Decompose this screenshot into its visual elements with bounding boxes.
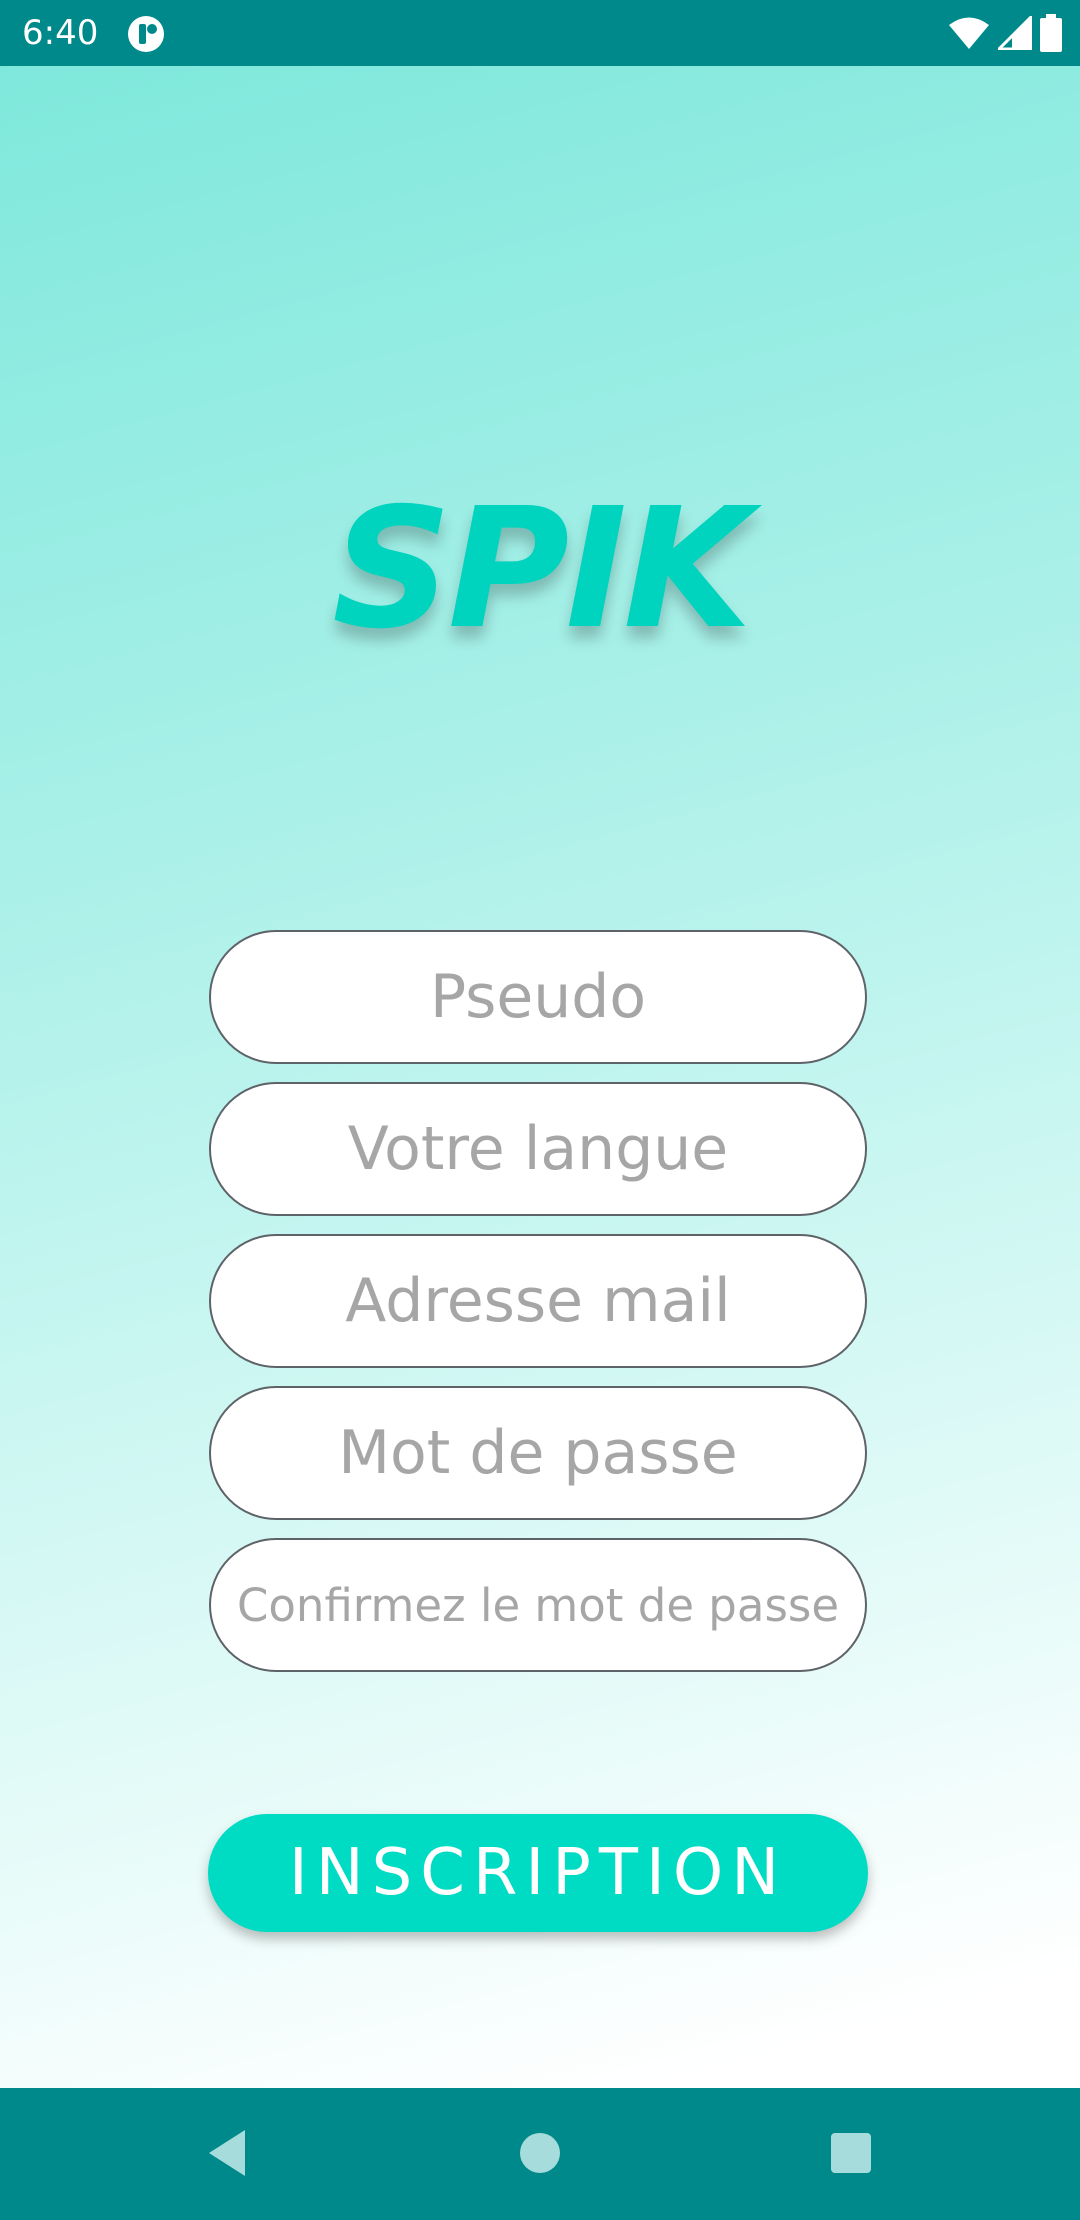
back-button[interactable]	[182, 2108, 272, 2198]
status-time: 6:40	[22, 13, 99, 53]
battery-icon	[1040, 14, 1062, 52]
home-icon	[520, 2133, 560, 2173]
status-bar: 6:40	[0, 0, 1080, 66]
inscription-button[interactable]: INSCRIPTION	[208, 1814, 868, 1932]
wifi-icon	[949, 17, 989, 49]
language-field[interactable]	[209, 1082, 867, 1216]
navigation-bar	[0, 2088, 1080, 2220]
password-field[interactable]	[209, 1386, 867, 1520]
signup-screen: SPIK INSCRIPTION	[0, 66, 1080, 2088]
status-icons	[948, 14, 1062, 52]
confirm-password-field[interactable]	[209, 1538, 867, 1672]
recents-icon	[831, 2133, 871, 2173]
home-button[interactable]	[495, 2108, 585, 2198]
pseudo-field[interactable]	[209, 930, 867, 1064]
back-icon	[209, 2130, 245, 2176]
email-field[interactable]	[209, 1234, 867, 1368]
app-logo: SPIK	[332, 473, 752, 666]
signal-icon	[998, 16, 1032, 50]
recents-button[interactable]	[806, 2108, 896, 2198]
notification-app-icon	[128, 16, 164, 52]
